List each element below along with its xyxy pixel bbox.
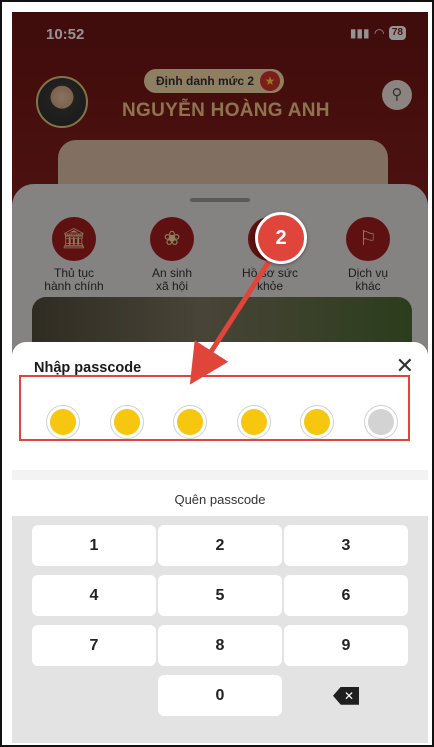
backspace-icon: ✕: [333, 686, 359, 705]
numeric-keypad: 1 2 3 4 5 6 7 8 9 0 ✕: [12, 516, 428, 743]
delete-key[interactable]: ✕: [284, 675, 408, 716]
key-5[interactable]: 5: [158, 575, 282, 616]
key-0[interactable]: 0: [158, 675, 282, 716]
key-9[interactable]: 9: [284, 625, 408, 666]
key-6[interactable]: 6: [284, 575, 408, 616]
key-empty: [32, 675, 156, 716]
divider: [12, 470, 428, 480]
key-7[interactable]: 7: [32, 625, 156, 666]
forgot-passcode-link[interactable]: Quên passcode: [12, 492, 428, 507]
key-4[interactable]: 4: [32, 575, 156, 616]
annotation-step-badge: 2: [255, 212, 307, 264]
key-3[interactable]: 3: [284, 525, 408, 566]
modal-title: Nhập passcode: [34, 360, 142, 376]
screenshot-frame: 10:52 ▮▮▮ ◠ 78 Định danh mức 2 ★ NGUYỄN …: [0, 0, 434, 747]
key-1[interactable]: 1: [32, 525, 156, 566]
key-8[interactable]: 8: [158, 625, 282, 666]
annotation-highlight-box: [19, 375, 410, 441]
key-2[interactable]: 2: [158, 525, 282, 566]
